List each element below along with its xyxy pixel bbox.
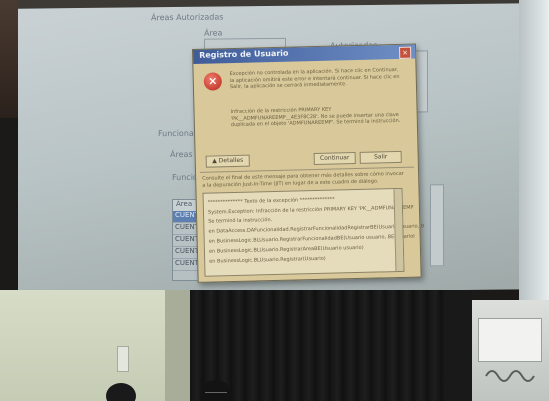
wall [0,290,190,401]
exception-details-box[interactable]: ************** Texto de la excepción ***… [202,187,424,277]
label-areas-autorizadas: Áreas Autorizadas [151,12,224,23]
details-button[interactable]: ▲ Detalles [205,154,250,168]
wave-icon [485,370,535,382]
detail-line: en BusinessLogic.BLUsuario.RegistrarFunc… [208,233,415,245]
detail-line: en DataAccess.DAFuncionalidad.RegistrarF… [208,223,425,235]
error-message: Excepción no controlada en la aplicación… [229,66,400,91]
dialog-title: Registro de Usuario [199,48,289,60]
label-area: Área [204,28,223,38]
detail-line: System.Exception: Infracción de la restr… [207,204,414,216]
error-message-detail: Infracción de la restricción PRIMARY KEY… [230,106,401,129]
jit-hint: Consulte el final de este mensaje para o… [202,170,404,189]
curtain-edge [446,290,472,401]
detail-line: en BusinessLogic.BLUsuario.RegistrarArea… [208,244,364,255]
dialog-titlebar[interactable]: Registro de Usuario × [193,44,416,64]
screen-right-edge [519,0,549,300]
wall-shadow [165,290,190,401]
details-scrollbar[interactable] [393,188,404,272]
light-switch [117,346,129,372]
left-dark-object [0,0,18,118]
air-conditioner-panel [478,318,542,362]
detail-line: en BusinessLogic.BLUsuario.Registrar(Usu… [209,255,326,265]
exit-button[interactable]: Salir [359,150,402,164]
error-icon: × [203,72,223,91]
detail-line: Se terminó la instrucción. [208,217,273,225]
photo-scene: Áreas Autorizadas Área Autorizadas Funci… [0,0,549,401]
curtain [190,290,446,401]
error-dialog: Registro de Usuario × × Excepción no con… [192,43,424,283]
right-scrollbar[interactable] [430,184,444,267]
detail-line: ************** Texto de la excepción ***… [207,196,335,206]
close-icon[interactable]: × [399,46,412,59]
glasses [205,392,227,397]
continue-button[interactable]: Continuar [313,152,356,166]
